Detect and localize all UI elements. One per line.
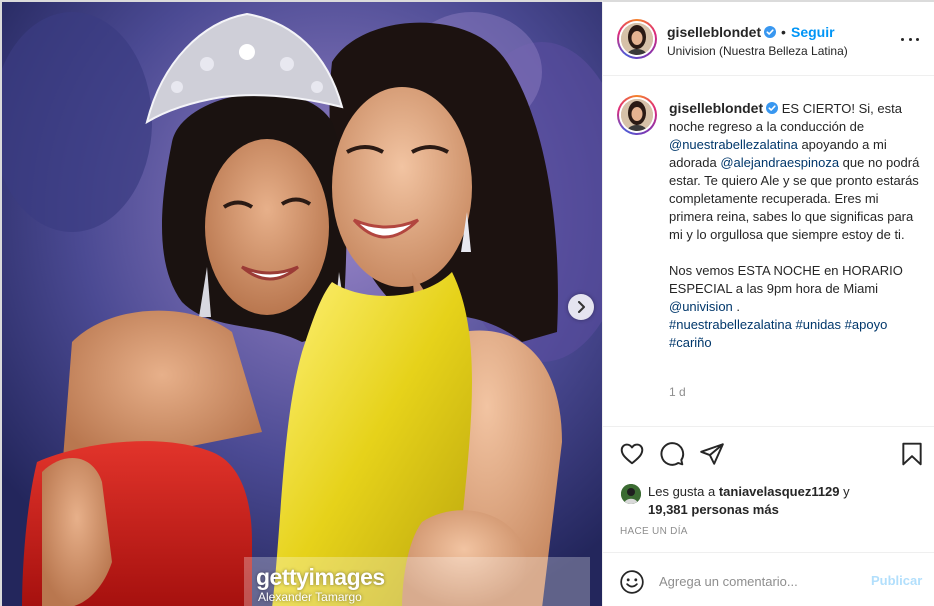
- watermark-credit: Alexander Tamargo: [258, 590, 362, 604]
- caption-username[interactable]: giselleblondet: [669, 100, 763, 116]
- likes-summary: Les gusta a taniavelasquez1129 y 19,381 …: [603, 480, 934, 520]
- caption-timestamp: 1 d: [669, 385, 686, 399]
- post-date: HACE UN DÍA: [620, 526, 688, 537]
- mention-link[interactable]: @nuestrabellezalatina: [669, 137, 798, 152]
- comment-icon[interactable]: [659, 441, 685, 467]
- getty-watermark: gettyimages Alexander Tamargo: [244, 557, 590, 606]
- post-photo[interactable]: gettyimages Alexander Tamargo: [0, 0, 602, 606]
- caption-text-part: .: [732, 299, 741, 314]
- avatar[interactable]: [621, 484, 641, 504]
- likes-count[interactable]: 19,381 personas más: [648, 502, 779, 517]
- caption-text: giselleblondet ES CIERTO! Si, esta noche…: [669, 99, 925, 352]
- next-photo-button[interactable]: [568, 294, 594, 320]
- liker-username[interactable]: taniavelasquez1129: [719, 484, 840, 499]
- likes-prefix: Les gusta a: [648, 484, 719, 499]
- likes-text: Les gusta a taniavelasquez1129 y 19,381 …: [648, 483, 928, 519]
- publish-button[interactable]: Publicar: [871, 573, 922, 588]
- action-bar: [603, 426, 934, 478]
- likes-mid: y: [839, 484, 850, 499]
- chevron-right-icon: [578, 301, 585, 313]
- verified-badge-icon: [764, 26, 777, 38]
- watermark-brand: gettyimages: [256, 564, 385, 590]
- username-text[interactable]: giselleblondet: [667, 24, 761, 40]
- caption-text-part: Nos vemos ESTA NOCHE en HORARIO ESPECIAL…: [669, 263, 903, 296]
- share-icon[interactable]: [699, 441, 725, 467]
- emoji-icon[interactable]: [619, 569, 645, 595]
- verified-badge-icon: [766, 102, 779, 114]
- more-options-icon[interactable]: [901, 32, 919, 46]
- post-image: [2, 2, 602, 606]
- mention-link[interactable]: @alejandraespinoza: [720, 155, 839, 170]
- separator-dot: •: [781, 24, 786, 40]
- hashtag-link[interactable]: #cariño: [669, 335, 712, 350]
- avatar: [621, 99, 653, 131]
- mention-link[interactable]: @univision: [669, 299, 733, 314]
- caption-area: giselleblondet ES CIERTO! Si, esta noche…: [603, 77, 934, 426]
- post-header: giselleblondet • Seguir Univision (Nuest…: [603, 2, 934, 76]
- caption-avatar[interactable]: [617, 95, 657, 135]
- comment-bar: Publicar: [603, 552, 934, 606]
- author-avatar[interactable]: [617, 19, 657, 59]
- follow-button[interactable]: Seguir: [791, 24, 835, 40]
- comment-input[interactable]: [659, 570, 859, 592]
- post-location[interactable]: Univision (Nuestra Belleza Latina): [667, 44, 848, 58]
- post-side-panel: giselleblondet • Seguir Univision (Nuest…: [602, 0, 934, 606]
- hashtag-link[interactable]: #apoyo: [845, 317, 888, 332]
- author-username[interactable]: giselleblondet: [667, 24, 777, 40]
- heart-icon[interactable]: [619, 441, 645, 467]
- avatar: [621, 23, 653, 55]
- hashtag-link[interactable]: #unidas: [796, 317, 842, 332]
- hashtag-link[interactable]: #nuestrabellezalatina: [669, 317, 792, 332]
- bookmark-icon[interactable]: [899, 441, 925, 467]
